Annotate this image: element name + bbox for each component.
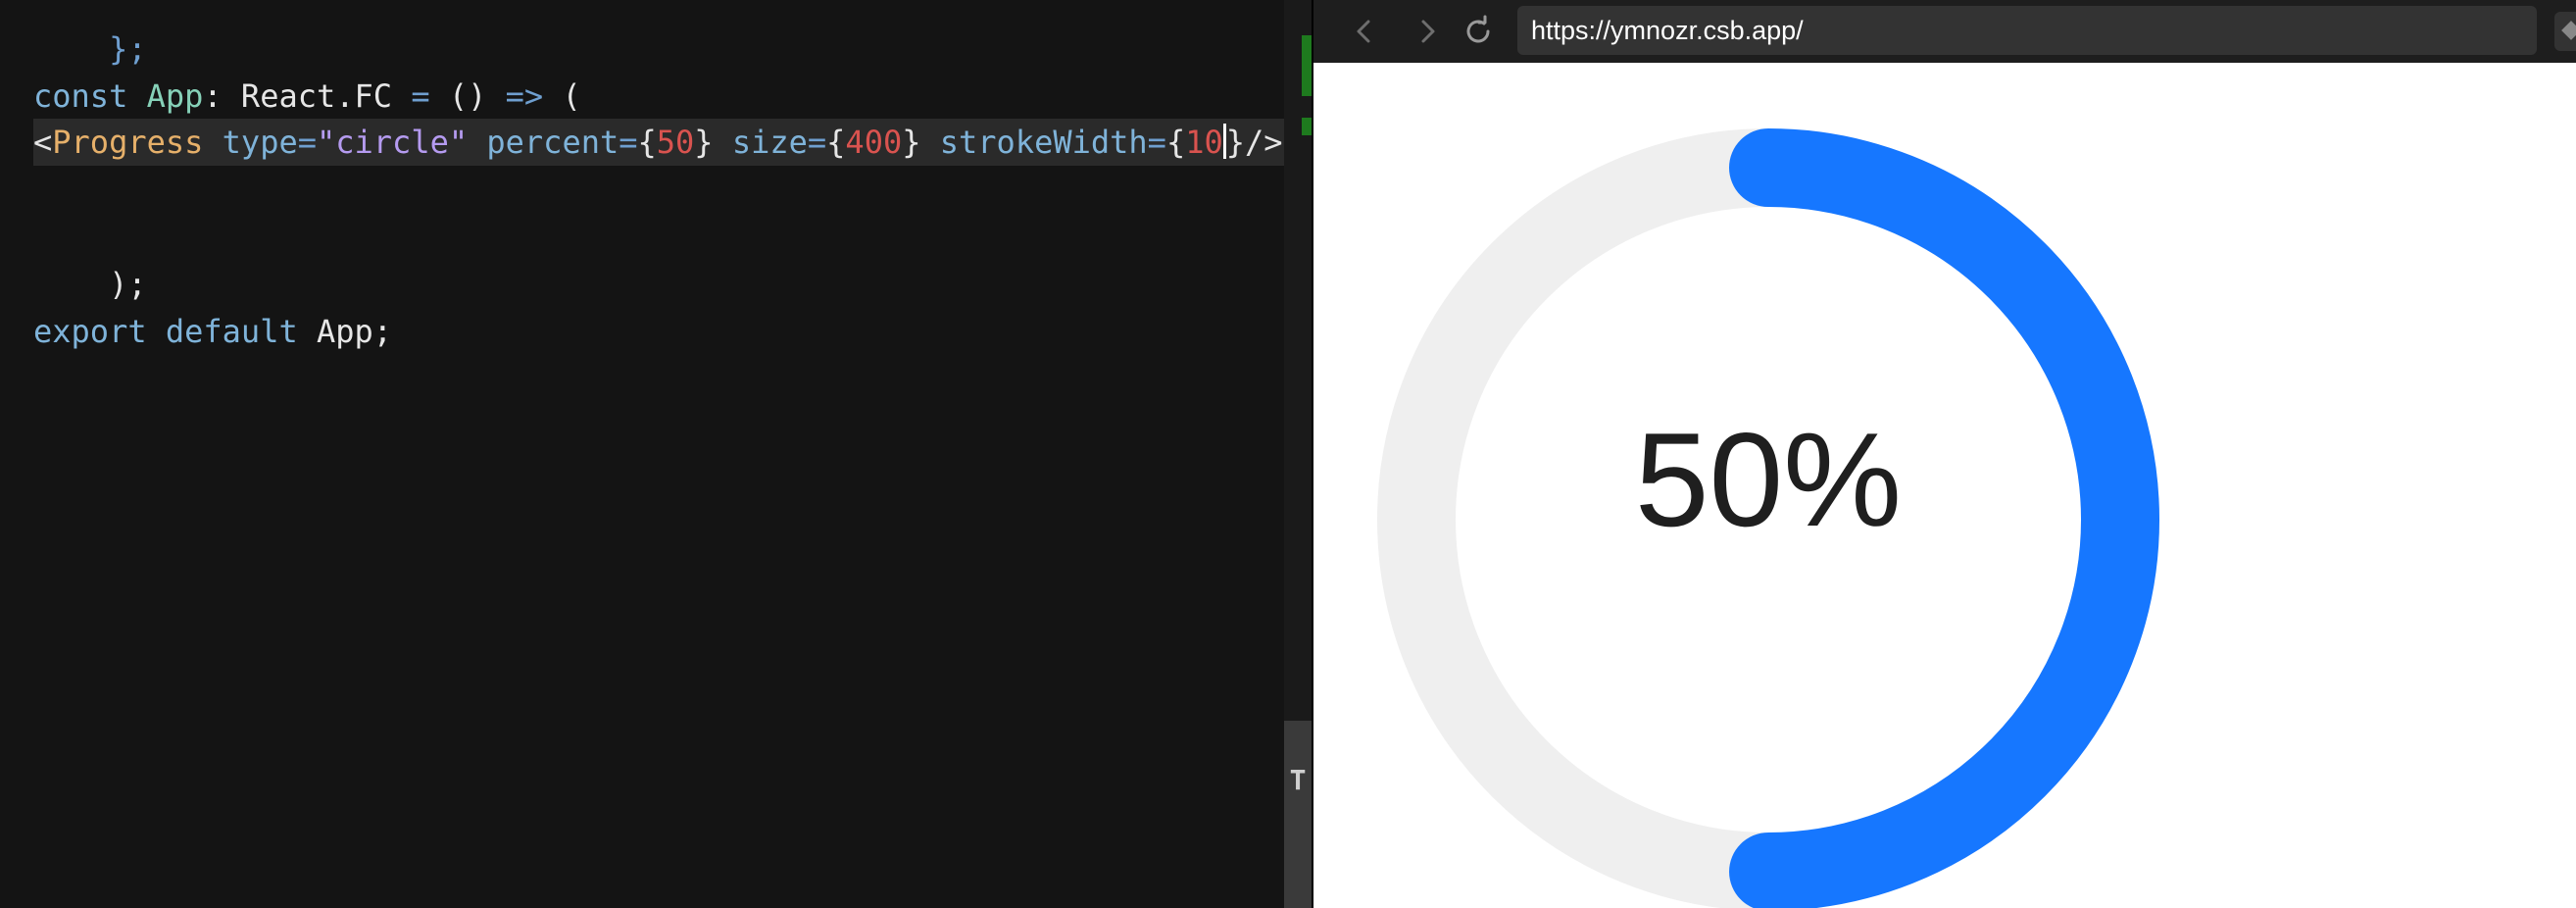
vertical-scrollbar[interactable]	[1284, 721, 1312, 908]
code-token: }	[1225, 124, 1245, 161]
back-button[interactable]	[1345, 12, 1384, 51]
code-token: =	[619, 124, 638, 161]
minimap-change-marker	[1302, 118, 1312, 135]
code-token: percent	[486, 124, 619, 161]
code-token: default	[165, 313, 298, 350]
code-token: const	[33, 77, 128, 115]
chevron-right-icon	[1421, 20, 1435, 43]
code-token: ;	[372, 313, 393, 350]
code-token: "circle"	[316, 124, 469, 161]
code-token: 50	[656, 124, 695, 161]
code-token: 10	[1185, 124, 1223, 161]
code-token: };	[109, 30, 147, 68]
reload-icon	[1466, 15, 1490, 43]
code-token: =	[1147, 124, 1166, 161]
code-line-3: <Progress type="circle" percent={50} siz…	[33, 119, 1283, 166]
code-token: (	[562, 77, 581, 115]
code-token: size	[731, 124, 808, 161]
code-token: App	[146, 77, 204, 115]
forward-button[interactable]	[1408, 12, 1447, 51]
code-token: />	[1245, 124, 1283, 161]
code-token: :	[203, 77, 223, 115]
address-bar[interactable]: https://ymnozr.csb.app/	[1517, 6, 2537, 55]
code-token: React.FC	[240, 77, 393, 115]
scroll-grip-icon[interactable]: T	[1287, 767, 1309, 794]
code-token: {	[826, 124, 846, 161]
code-token: Progress	[52, 124, 204, 161]
browser-toolbar: https://ymnozr.csb.app/	[1313, 0, 2576, 63]
code-token: }	[902, 124, 921, 161]
extension-button[interactable]	[2554, 12, 2576, 51]
code-token: );	[109, 266, 147, 303]
circle-progress: 50%	[1376, 63, 2219, 908]
code-editor[interactable]: }; const App: React.FC = () => ( <Progre…	[0, 0, 1312, 908]
code-token: 400	[845, 124, 903, 161]
code-line-7: export default App;	[33, 308, 392, 355]
preview-browser: https://ymnozr.csb.app/ 50%	[1313, 0, 2576, 908]
reload-button[interactable]	[1459, 12, 1498, 51]
code-token: <	[33, 124, 53, 161]
code-token: =	[297, 124, 317, 161]
code-token: export	[33, 313, 147, 350]
diamond-icon	[2561, 21, 2576, 40]
code-token: App	[316, 313, 373, 350]
code-token: ()	[448, 77, 487, 115]
code-token: {	[637, 124, 657, 161]
code-token: =	[411, 77, 430, 115]
code-token: {	[1165, 124, 1186, 161]
code-token: =	[807, 124, 827, 161]
code-line-1: };	[33, 0, 147, 68]
code-line-2: const App: React.FC = () => (	[33, 73, 581, 120]
code-token: }	[694, 124, 714, 161]
code-token: =>	[505, 77, 544, 115]
code-token: strokeWidth	[939, 124, 1148, 161]
chevron-left-icon	[1357, 20, 1370, 43]
progress-percent-text: 50%	[1634, 405, 1903, 554]
code-token: type	[222, 124, 298, 161]
minimap-change-marker	[1302, 35, 1312, 96]
code-line-5: );	[33, 214, 147, 303]
